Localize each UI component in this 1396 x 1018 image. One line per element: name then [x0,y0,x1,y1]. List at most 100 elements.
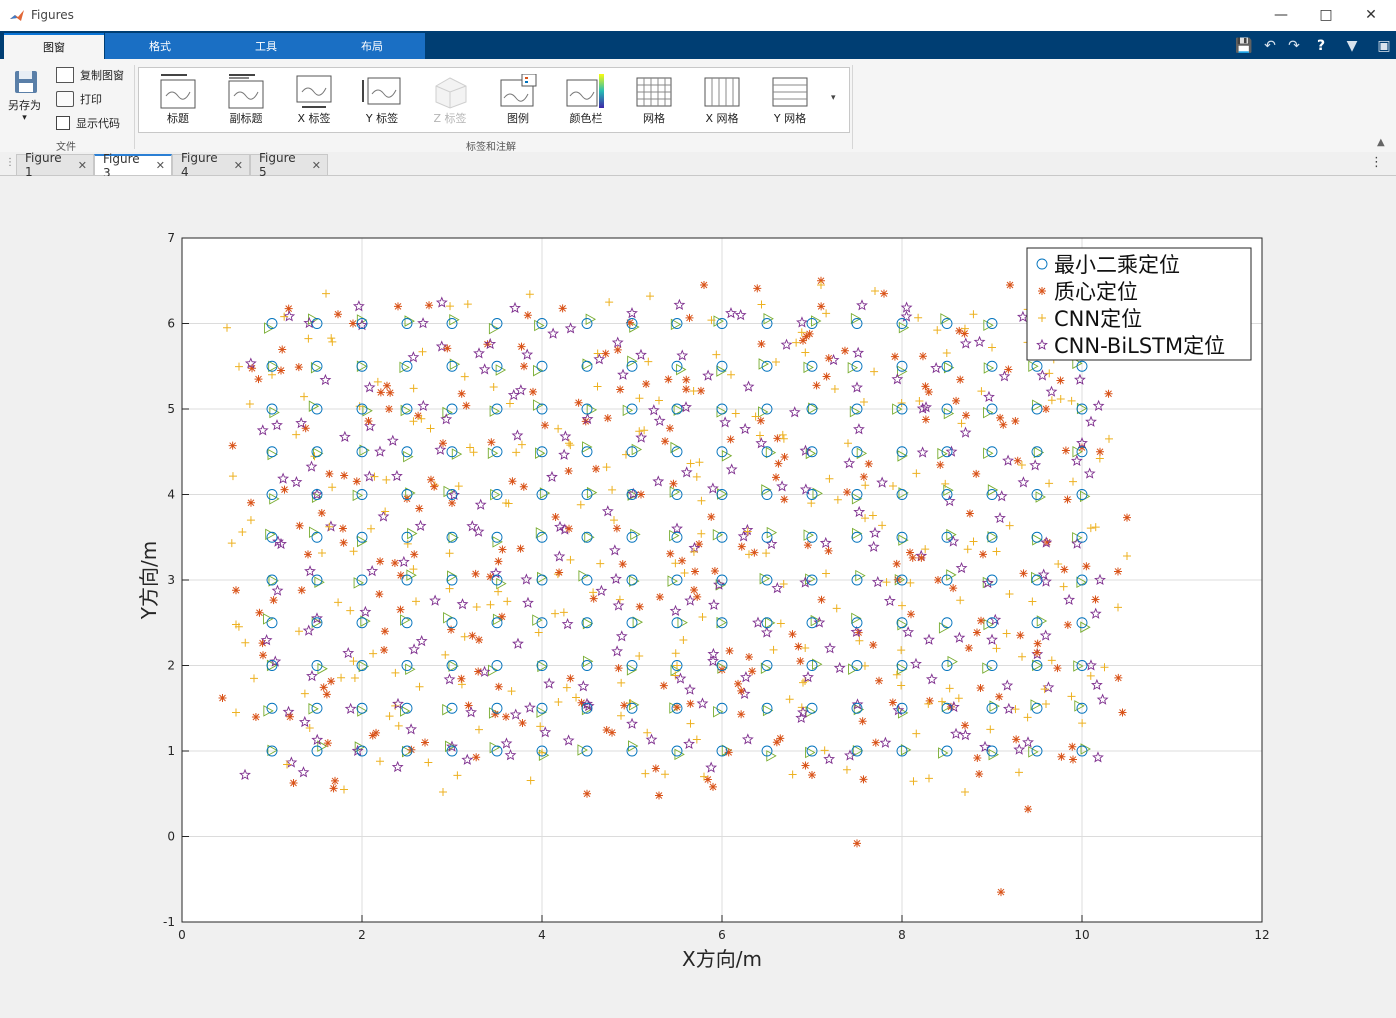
asterisk-marker [269,596,278,605]
close-window-button[interactable]: ✕ [1348,2,1394,28]
asterisk-marker [498,545,507,554]
copy-figure-button[interactable]: 复制图窗 [56,65,124,85]
asterisk-marker [259,651,267,660]
asterisk-marker [468,631,477,640]
asterisk-marker [255,608,264,617]
asterisk-marker [390,558,399,567]
asterisk-marker [375,590,384,599]
asterisk-marker [494,557,503,566]
undock-icon[interactable]: ▣ [1375,37,1393,55]
more-options-icon[interactable]: ⋮ [1370,155,1383,170]
xlabel-label: X 标签 [297,112,331,125]
asterisk-marker [1104,389,1113,398]
gallery-more-icon[interactable]: ▾ [831,93,836,103]
title-button[interactable]: 标题 [148,74,208,126]
asterisk-marker [669,479,678,488]
asterisk-marker [888,698,897,707]
asterisk-marker [254,375,263,384]
tab-format[interactable]: 格式 [110,33,210,59]
asterisk-marker [325,469,334,478]
xlabel-button[interactable]: X 标签 [284,74,344,126]
xgrid-button[interactable]: X 网格 [692,74,752,126]
asterisk-marker [339,538,348,547]
copy-icon [56,67,74,83]
asterisk-marker [523,311,532,320]
asterisk-marker [551,512,560,521]
asterisk-marker [864,459,873,468]
asterisk-marker [682,375,691,384]
legend-button[interactable]: 图例 [488,74,548,126]
floppy-icon [14,71,37,93]
collapse-icon[interactable]: ▼ [1343,37,1361,55]
x-tick-label: 4 [538,928,546,942]
collapse-ribbon-icon[interactable]: ▲ [1377,137,1385,148]
redo-icon[interactable]: ↷ [1285,37,1303,55]
scatter-chart[interactable]: 0 2 4 6 8 10 12-101234567 X方向/m Y方向/m 最小二乘定位质心… [0,176,1396,1015]
asterisk-marker [799,336,807,345]
asterisk-marker [349,319,357,328]
asterisk-marker [376,557,385,566]
close-icon[interactable]: ✕ [234,159,243,172]
subtitle-label: 副标题 [229,112,263,125]
ygrid-button[interactable]: Y 网格 [760,74,820,126]
asterisk-marker [972,628,981,637]
undo-icon[interactable]: ↶ [1261,37,1279,55]
ylabel-button[interactable]: Y 标签 [352,74,412,126]
y-tick-label: 1 [167,744,175,758]
asterisk-marker [1016,631,1025,640]
legend-entry-label: 最小二乘定位 [1054,253,1180,277]
x-tick-label: 2 [358,928,366,942]
asterisk-marker [1060,565,1069,574]
tab-figure-5[interactable]: Figure 5 ✕ [250,151,328,179]
y-tick-label: 6 [167,317,175,331]
asterisk-marker [232,586,240,595]
asterisk-marker [1091,595,1100,604]
legend[interactable]: 最小二乘定位质心定位 CNN定位 CNN-BiLSTM定位 [1026,247,1252,361]
asterisk-marker [601,349,610,358]
maximize-button[interactable]: □ [1303,2,1349,28]
close-icon[interactable]: ✕ [156,159,165,172]
grid-button[interactable]: 网格 [624,74,684,126]
asterisk-marker [1033,648,1041,657]
minimize-button[interactable]: — [1258,2,1304,28]
toolstrip: 另存为 ▾ 复制图窗 打印 显示代码 文件 标题 副标题 X 标签 Y 标签 Z… [0,59,1396,153]
asterisk-marker [685,313,694,322]
asterisk-marker [396,571,405,580]
colorbar-button[interactable]: 颜色栏 [556,74,616,126]
asterisk-marker [301,424,310,433]
tab-figure-4[interactable]: Figure 4 ✕ [172,151,250,179]
tab-figure-1[interactable]: Figure 1 ✕ [16,151,94,179]
asterisk-marker [1013,456,1022,465]
asterisk-marker [1012,735,1021,744]
x-tick-label: 8 [898,928,906,942]
y-tick-label: 5 [167,402,175,416]
y-tick-label: 2 [167,659,175,673]
asterisk-marker [976,683,985,692]
tab-tools[interactable]: 工具 [216,33,316,59]
save-icon[interactable]: 💾 [1235,37,1253,55]
tab-layout[interactable]: 布局 [322,33,422,59]
subtitle-button[interactable]: 副标题 [216,74,276,126]
asterisk-marker [1082,562,1091,571]
saveas-button[interactable]: 另存为 ▾ [8,67,41,123]
print-button[interactable]: 打印 [56,89,102,109]
asterisk-marker [794,642,803,651]
tab-grip-icon[interactable]: ⋮ [5,157,15,168]
help-icon[interactable]: ? [1312,37,1330,55]
tab-figure-3[interactable]: Figure 3 ✕ [94,152,172,180]
zlabel-button[interactable]: Z 标签 [420,74,480,126]
ylabel-label: Y 标签 [365,112,399,125]
printer-icon [56,91,74,107]
asterisk-marker [972,469,981,478]
asterisk-marker [1056,376,1065,385]
asterisk-marker [997,888,1005,897]
show-code-checkbox[interactable]: 显示代码 [56,113,120,133]
asterisk-marker [426,475,435,484]
y-tick-label: 3 [167,573,175,587]
asterisk-marker [497,612,506,621]
tab-figure[interactable]: 图窗 [4,33,104,59]
asterisk-marker [415,504,424,513]
close-icon[interactable]: ✕ [312,159,321,172]
asterisk-marker [1061,446,1070,455]
close-icon[interactable]: ✕ [78,159,87,172]
